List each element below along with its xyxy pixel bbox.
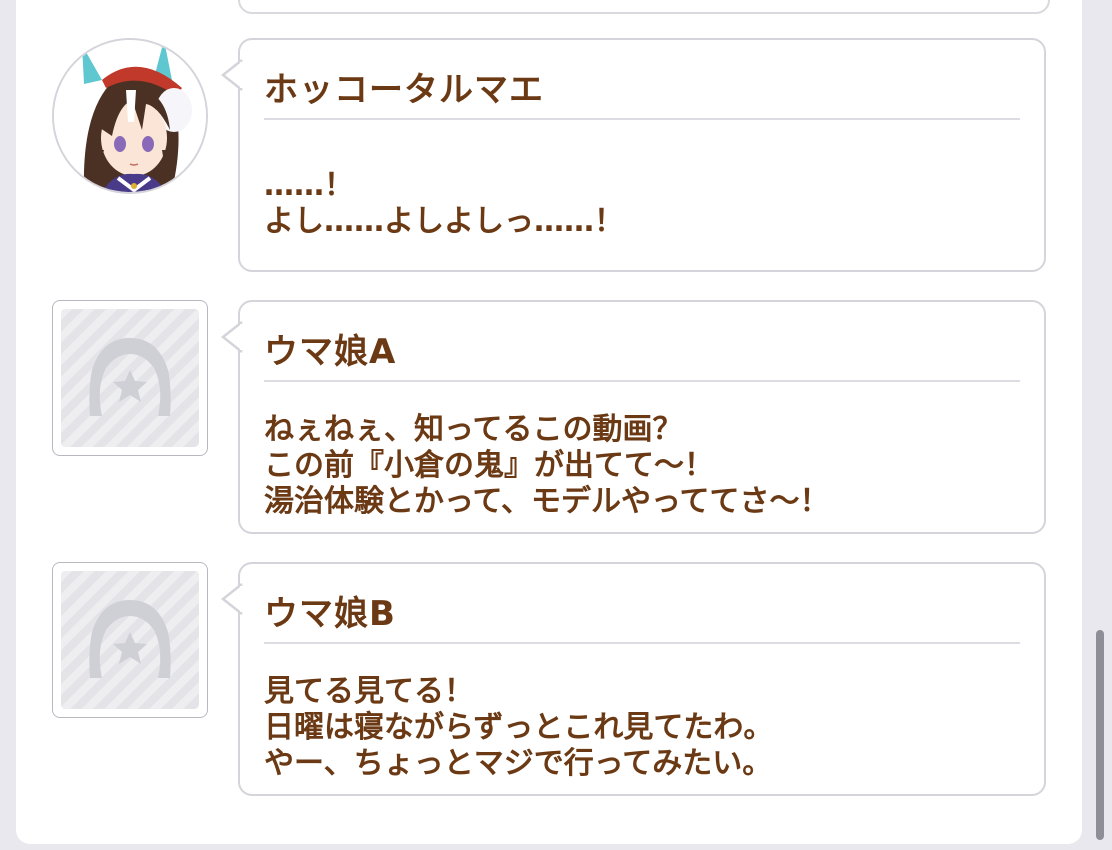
speaker-name: ホッコータルマエ (264, 70, 544, 110)
speaker-name: ウマ娘A (264, 332, 397, 372)
horseshoe-placeholder-icon (89, 600, 171, 678)
message-bubble: ウマ娘B 見てる見てる！ 日曜は寝ながらずっとこれ見てたわ。 やー、ちょっとマジ… (221, 562, 1046, 796)
message-text: 見てる見てる！ 日曜は寝ながらずっとこれ見てたわ。 やー、ちょっとマジで行ってみ… (264, 674, 774, 781)
avatar (52, 300, 208, 456)
divider (264, 642, 1020, 644)
message-bubble: ウマ娘A ねぇねぇ、知ってるこの動画？ この前『小倉の鬼』が出てて～！ 湯治体験… (221, 300, 1046, 534)
chat-message: ホッコータルマエ ……！ よし……よしよしっ……！ (52, 38, 1048, 272)
chat-message: ウマ娘A ねぇねぇ、知ってるこの動画？ この前『小倉の鬼』が出てて～！ 湯治体験… (52, 300, 1048, 534)
avatar (52, 38, 208, 194)
previous-message-bubble (238, 0, 1050, 14)
avatar (52, 562, 208, 718)
message-text: ……！ よし……よしよしっ……！ (264, 168, 624, 239)
message-bubble: ホッコータルマエ ……！ よし……よしよしっ……！ (221, 38, 1046, 272)
horseshoe-placeholder-icon (89, 338, 171, 416)
chat-message: ウマ娘B 見てる見てる！ 日曜は寝ながらずっとこれ見てたわ。 やー、ちょっとマジ… (52, 562, 1048, 796)
character-portrait-icon (54, 40, 206, 192)
speaker-name: ウマ娘B (264, 594, 396, 634)
message-text: ねぇねぇ、知ってるこの動画？ この前『小倉の鬼』が出てて～！ 湯治体験とかって、… (264, 412, 830, 519)
scrollbar-thumb[interactable] (1096, 630, 1104, 840)
divider (264, 118, 1020, 120)
divider (264, 380, 1020, 382)
